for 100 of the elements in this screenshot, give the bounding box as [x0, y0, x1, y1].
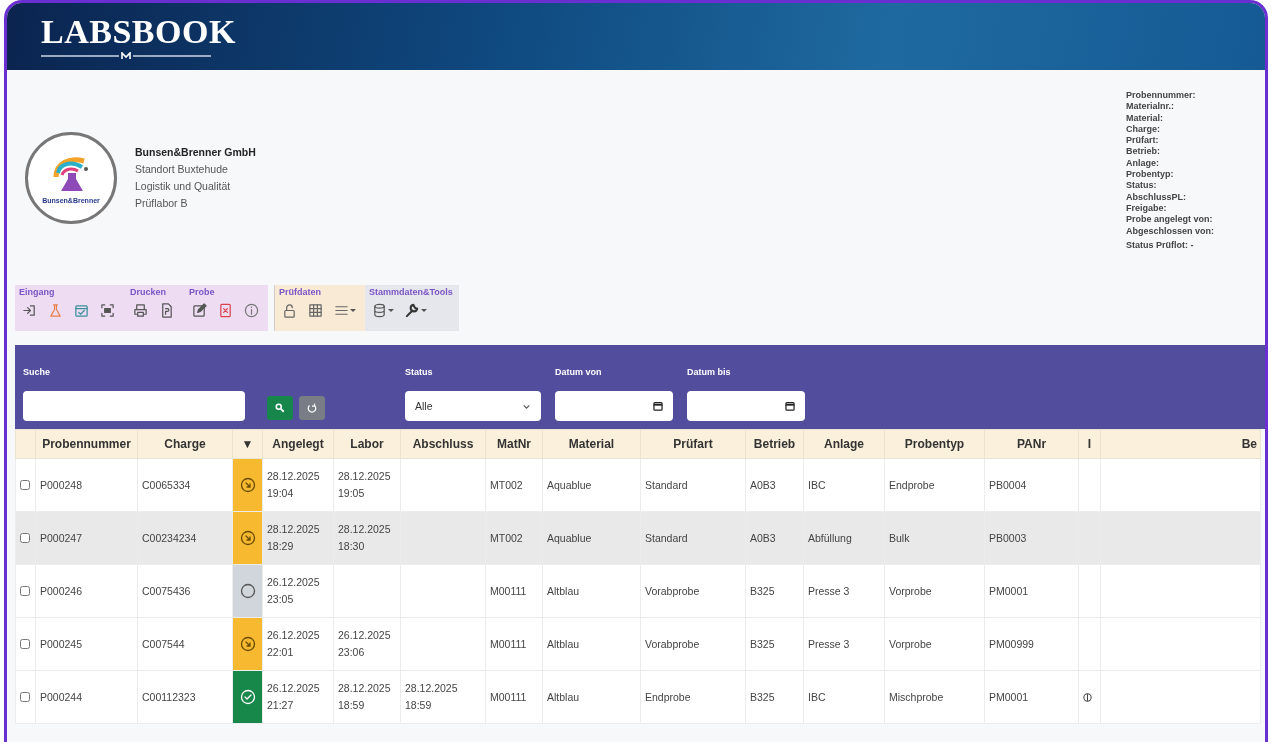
detail-label: Materialnr.:: [1126, 101, 1175, 113]
check-circle-icon: [239, 689, 256, 705]
table-cell[interactable]: P000245: [35, 617, 138, 671]
detail-label: AbschlussPL:: [1126, 191, 1187, 203]
table-cell: Altblau: [542, 564, 641, 618]
table-cell: Altblau: [542, 617, 641, 671]
circle-icon: [239, 583, 256, 599]
column-header: Betrieb: [745, 429, 804, 459]
company-info: Standort Buxtehude: [135, 161, 229, 177]
table-cell: MT002: [485, 458, 543, 512]
table-cell: B325: [745, 617, 804, 671]
column-header: I: [1078, 429, 1101, 459]
detail-label: Material:: [1126, 112, 1164, 124]
table-cell: C0065334: [137, 458, 233, 512]
column-header: Be: [1100, 429, 1261, 459]
table-cell: 28.12.2025 18:59: [400, 670, 486, 724]
wrench-icon: [405, 303, 420, 318]
date-to-field[interactable]: [687, 391, 805, 421]
column-header: Material: [542, 429, 641, 459]
arrow-circle-icon: [239, 530, 256, 546]
column-header: MatNr: [485, 429, 543, 459]
table-cell: B325: [745, 564, 804, 618]
table-cell: Standard: [640, 511, 746, 565]
arrow-circle-icon: [239, 477, 256, 493]
column-header: Abschluss: [400, 429, 486, 459]
search-field[interactable]: [23, 391, 245, 421]
table-cell: Vorabprobe: [640, 617, 746, 671]
table-cell: 26.12.2025 23:06: [333, 617, 401, 671]
column-header: PANr: [984, 429, 1079, 459]
row-checkbox[interactable]: [20, 586, 30, 596]
table-cell: C00234234: [137, 511, 233, 565]
table-cell: A0B3: [745, 511, 804, 565]
status-label: Status: [405, 367, 434, 377]
table-cell: Vorabprobe: [640, 564, 746, 618]
table-cell[interactable]: P000248: [35, 458, 138, 512]
row-checkbox[interactable]: [20, 533, 30, 543]
table-cell: PM00999: [984, 617, 1079, 671]
search-label: Suche: [23, 367, 51, 377]
table-cell: Aquablue: [542, 458, 641, 512]
table-cell: 26.12.2025 21:27: [262, 670, 334, 724]
info-icon: [1083, 692, 1092, 702]
toolbar-group-label: Probe: [189, 287, 216, 299]
detail-label: Status:: [1126, 180, 1158, 192]
table-cell[interactable]: P000246: [35, 564, 138, 618]
company-info: Prüflabor B: [135, 195, 189, 211]
table-cell: Mischprobe: [884, 670, 985, 724]
table-cell: 26.12.2025 22:01: [262, 617, 334, 671]
detail-label: Betrieb:: [1126, 146, 1161, 158]
header-cell: [15, 429, 36, 459]
detail-label: Status Prüflot: -: [1126, 239, 1195, 252]
table-cell[interactable]: P000247: [35, 511, 138, 565]
toolbar-group-label: Stammdaten&Tools: [369, 287, 453, 299]
date-to-label: Datum bis: [687, 367, 732, 377]
company-name: Bunsen&Brenner GmbH: [135, 144, 256, 160]
date-from-field[interactable]: [555, 391, 673, 421]
status-select[interactable]: Alle: [405, 391, 541, 421]
table-cell[interactable]: P000244: [35, 670, 138, 724]
calendar-icon: [785, 401, 795, 411]
column-header: Prüfart: [640, 429, 746, 459]
table-cell: Aquablue: [542, 511, 641, 565]
column-header: Probennummer: [35, 429, 138, 459]
logo-rule-icon: [41, 51, 211, 60]
table-cell: Presse 3: [803, 564, 885, 618]
calendar-icon: [653, 401, 663, 411]
reset-button[interactable]: [299, 396, 325, 420]
reset-icon: [307, 403, 317, 413]
row-checkbox[interactable]: [20, 692, 30, 702]
row-checkbox[interactable]: [20, 639, 30, 649]
detail-label: Anlage:: [1126, 157, 1160, 170]
table-cell: 28.12.2025 19:05: [333, 458, 401, 512]
arrow-circle-icon: [239, 636, 256, 652]
detail-label: Probentyp:: [1126, 169, 1175, 181]
date-from-label: Datum von: [555, 367, 603, 377]
table-cell: Bulk: [884, 511, 985, 565]
table-cell: Presse 3: [803, 617, 885, 671]
app-logo: LABSBOOK: [41, 13, 237, 50]
detail-label: Charge:: [1126, 123, 1161, 136]
table-cell: Abfüllung: [803, 511, 885, 565]
table-cell: PB0003: [984, 511, 1079, 565]
search-button[interactable]: [267, 396, 293, 420]
table-cell: C007544: [137, 617, 233, 671]
row-checkbox[interactable]: [20, 480, 30, 490]
toolbar-group-label: Drucken: [130, 287, 167, 299]
detail-label: Prüfart:: [1126, 135, 1160, 147]
search-icon: [275, 403, 285, 413]
table-cell: MT002: [485, 511, 543, 565]
column-header: Charge: [137, 429, 233, 459]
detail-label: Probennummer:: [1126, 90, 1197, 102]
table-cell: 26.12.2025 23:05: [262, 564, 334, 618]
detail-label: Abgeschlossen von:: [1126, 225, 1216, 237]
table-cell: A0B3: [745, 458, 804, 512]
table-cell: C00112323: [137, 670, 233, 724]
caret-icon: [388, 308, 394, 313]
table-cell: M00111: [485, 564, 543, 618]
table-cell: 28.12.2025 18:59: [333, 670, 401, 724]
table-cell: IBC: [803, 670, 885, 724]
table-cell: Standard: [640, 458, 746, 512]
table-cell: 28.12.2025 19:04: [262, 458, 334, 512]
column-header[interactable]: ▼: [232, 429, 263, 459]
caret-icon: [350, 308, 356, 313]
